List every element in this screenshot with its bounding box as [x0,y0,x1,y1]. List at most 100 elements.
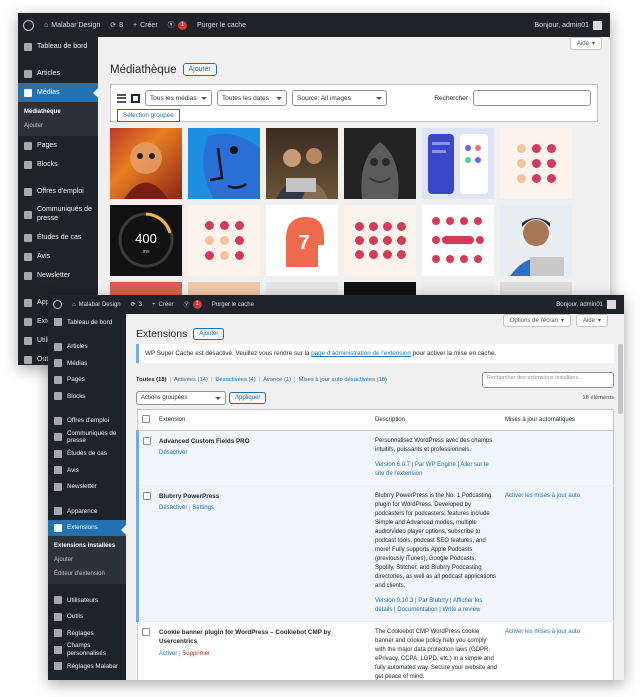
media-item[interactable] [422,205,494,276]
source-filter[interactable]: Source: All images [292,90,387,106]
media-search-input[interactable] [473,90,591,106]
sidebar-item-5[interactable]: Offres d'emploi [48,413,126,430]
help-tab[interactable]: Aide ▾ [569,37,602,50]
wordpress-logo-icon[interactable] [53,300,62,309]
sidebar-item-11[interactable]: Extensions [48,519,126,536]
site-name-link[interactable]: ⌂ Malabar Design [39,22,105,29]
account-menu[interactable]: Bonjour, admin01 [556,300,624,309]
date-filter[interactable]: Toutes les dates [217,90,287,106]
submenu-item[interactable]: Ajouter [48,553,126,567]
sidebar-item-2[interactable]: Médias [48,355,126,372]
filter-link[interactable]: Désactivées (4) [215,377,255,383]
submenu-item[interactable]: Extensions installées [48,539,126,553]
bulk-select-button[interactable]: Sélection groupée [117,109,180,122]
media-item[interactable] [500,128,572,199]
sidebar-item-13[interactable]: Outils [48,609,126,626]
media-item[interactable] [500,205,572,276]
press-icon [24,210,32,219]
sidebar-item-7[interactable]: Études de cas [18,228,98,247]
sidebar-item-12[interactable]: Utilisateurs [48,592,126,609]
media-item[interactable] [344,128,416,199]
media-item[interactable] [110,128,182,199]
updates-link[interactable]: ⟳ 8 [105,21,128,30]
select-all-checkbox[interactable] [142,415,150,423]
submenu-item[interactable]: Médiathèque [18,105,98,119]
sidebar-item-9[interactable]: Newsletter [18,266,98,285]
sidebar-item-4[interactable]: Blocks [18,155,98,174]
new-content-link[interactable]: + Créer [147,302,179,308]
purge-cache-link[interactable]: Purger le cache [207,302,259,308]
plugin-action-link[interactable]: Activer [159,651,177,657]
sidebar-item-5[interactable]: Offres d'emploi [18,182,98,201]
new-content-link[interactable]: + Créer [128,22,163,29]
sidebar-item-15[interactable]: Champs personnalisés [48,642,126,659]
bulk-action-select[interactable]: Actions groupées [136,391,226,405]
help-tab[interactable]: Aide ▾ [575,314,608,327]
grid-view-icon[interactable] [131,93,140,103]
sidebar-item-4[interactable]: Blocks [48,388,126,405]
list-view-icon[interactable] [117,93,126,103]
site-name-link[interactable]: ⌂ Malabar Design [67,302,126,308]
column-header-extension[interactable]: Extension [155,409,371,431]
cache-settings-link[interactable]: page d'administration de l'extension [311,350,411,357]
plugin-action-link[interactable]: Settings [192,505,214,511]
media-type-filter[interactable]: Tous les médias [145,90,212,106]
updates-link[interactable]: ⟳ 3 [126,301,147,309]
row-checkbox[interactable] [143,492,151,500]
sidebar-item-1[interactable]: Articles [18,64,98,83]
auto-update-link[interactable]: Activer les mises à jour auto [505,493,580,499]
sidebar-item-label: Offres d'emploi [67,417,110,425]
plugin-search-input[interactable]: Rechercher des extensions installées... [482,372,614,388]
media-item[interactable] [188,205,260,276]
sidebar-item-3[interactable]: Pages [18,136,98,155]
sidebar-item-6[interactable]: Communiqués de presse [48,429,126,446]
scrollbar-thumb[interactable] [618,344,623,414]
filter-link[interactable]: Mises à jour auto désactivées (18) [299,377,387,383]
sidebar-item-9[interactable]: Newsletter [48,479,126,496]
sidebar-item-16[interactable]: Réglages Malabar [48,658,126,675]
auto-update-link[interactable]: Activer les mises à jour auto [505,629,580,635]
media-item[interactable] [422,128,494,199]
sidebar-item-1[interactable]: Articles [48,339,126,356]
plugin-action-link[interactable]: Désactiver [159,450,187,456]
row-checkbox[interactable] [143,437,151,445]
media-item[interactable]: 7 [266,205,338,276]
sidebar-item-10[interactable]: Apparence [48,503,126,520]
plugin-meta[interactable]: Version 9.10.3 | Par Blubrry | Afficher … [375,597,497,615]
plugin-action-link[interactable]: Supprimer [182,651,210,657]
sidebar-item-8[interactable]: Avis [48,462,126,479]
wordpress-logo-icon[interactable] [23,19,34,31]
sidebar-item-6[interactable]: Communiqués de presse [18,201,98,228]
submenu-item[interactable]: Éditeur d'extension [48,567,126,581]
add-plugin-button[interactable]: Ajouter [193,328,225,340]
sidebar-item-14[interactable]: Réglages [48,625,126,642]
settings-icon [54,629,62,638]
media-item[interactable]: 400 ms [110,205,182,276]
media-item[interactable] [266,128,338,199]
sidebar-item-2[interactable]: Médias [18,83,98,102]
apply-button[interactable]: Appliquer [229,392,267,404]
account-menu[interactable]: Bonjour, admin01 [535,20,610,30]
sidebar-item-0[interactable]: Tableau de bord [18,37,98,56]
sidebar-item-label: Utili [37,337,49,344]
sidebar-item-0[interactable]: Tableau de bord [48,314,126,331]
filter-link[interactable]: Toutes (18) [136,377,167,383]
plugin-meta[interactable]: Version 6.0.7 | Par WP Engine | Aller su… [375,461,497,479]
filter-link[interactable]: Avancé (1) [263,377,291,383]
add-media-button[interactable]: Ajouter [182,63,217,76]
sidebar-item-7[interactable]: Études de cas [48,446,126,463]
purge-cache-link[interactable]: Purger le cache [192,22,251,29]
seo-menu[interactable]: Ⓨ 1 [179,300,207,309]
screen-options-tab[interactable]: Options de l'écran ▾ [502,314,571,327]
media-item[interactable] [344,205,416,276]
filter-link[interactable]: Activées (14) [174,377,208,383]
row-checkbox[interactable] [142,628,150,636]
press-icon [54,433,62,442]
scrollbar[interactable] [618,314,623,680]
submenu-item[interactable]: Ajouter [18,119,98,133]
sidebar-item-8[interactable]: Avis [18,247,98,266]
media-item[interactable] [188,128,260,199]
seo-menu[interactable]: Ⓨ 1 [163,20,192,30]
sidebar-item-3[interactable]: Pages [48,372,126,389]
plugin-action-link[interactable]: Désactiver [159,505,187,511]
